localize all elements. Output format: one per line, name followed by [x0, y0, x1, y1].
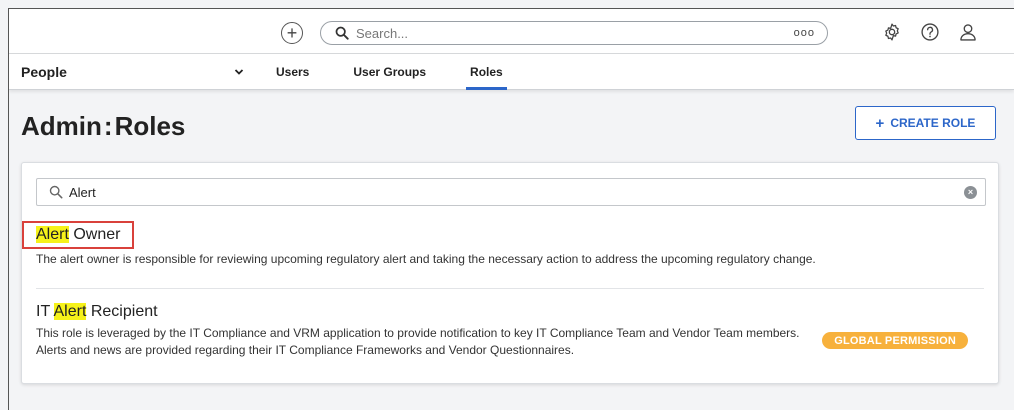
- module-selector[interactable]: People: [9, 54, 256, 90]
- module-label: People: [21, 64, 67, 80]
- list-item: Alert Owner The alert owner is responsib…: [22, 221, 966, 268]
- create-role-label: CREATE ROLE: [890, 116, 976, 130]
- nav-bar: People Users User Groups Roles: [9, 54, 1014, 90]
- role-name-after: Owner: [68, 226, 121, 243]
- roles-filter[interactable]: ×: [36, 178, 986, 206]
- tab-user-groups[interactable]: User Groups: [351, 54, 428, 90]
- role-name-highlight: Alert: [36, 226, 69, 243]
- role-name-link[interactable]: Alert Owner: [22, 221, 135, 249]
- page-title-prefix: Admin: [21, 111, 102, 141]
- divider: [36, 288, 984, 289]
- global-permission-badge: GLOBAL PERMISSION: [822, 332, 968, 349]
- app-window: + ooo: [8, 8, 1014, 410]
- top-icons: [880, 20, 980, 44]
- role-name-link[interactable]: IT Alert Recipient: [36, 303, 158, 321]
- tab-roles[interactable]: Roles: [466, 54, 507, 90]
- list-item: IT Alert Recipient This role is leverage…: [36, 303, 986, 359]
- role-name-after: Recipient: [86, 303, 158, 320]
- tab-users[interactable]: Users: [274, 54, 311, 90]
- role-name-before: IT: [36, 303, 54, 320]
- top-bar: + ooo: [9, 9, 1014, 54]
- nav-tabs: Users User Groups Roles: [274, 54, 545, 90]
- roles-card: × Alert Owner The alert owner is respons…: [21, 162, 999, 384]
- plus-circle-icon[interactable]: +: [281, 22, 303, 44]
- search-icon: [335, 26, 349, 40]
- page-title-suffix: Roles: [114, 111, 186, 141]
- global-search-input[interactable]: [356, 25, 794, 41]
- help-icon[interactable]: [918, 20, 942, 44]
- role-name-highlight: Alert: [53, 303, 87, 320]
- role-description: This role is leveraged by the IT Complia…: [36, 326, 800, 357]
- roles-filter-input[interactable]: [69, 184, 964, 200]
- clear-icon[interactable]: ×: [964, 185, 977, 199]
- role-description: The alert owner is responsible for revie…: [36, 252, 816, 266]
- gear-icon[interactable]: [880, 20, 904, 44]
- user-icon[interactable]: [956, 20, 980, 44]
- search-options-icon[interactable]: ooo: [794, 27, 815, 39]
- chevron-down-icon: [234, 69, 244, 75]
- create-role-button[interactable]: + CREATE ROLE: [855, 106, 996, 140]
- plus-icon: +: [875, 114, 885, 132]
- page-title-separator: :: [103, 111, 113, 141]
- global-search[interactable]: ooo: [320, 21, 828, 45]
- search-icon: [49, 185, 63, 199]
- page-title: Admin: Roles: [21, 111, 185, 142]
